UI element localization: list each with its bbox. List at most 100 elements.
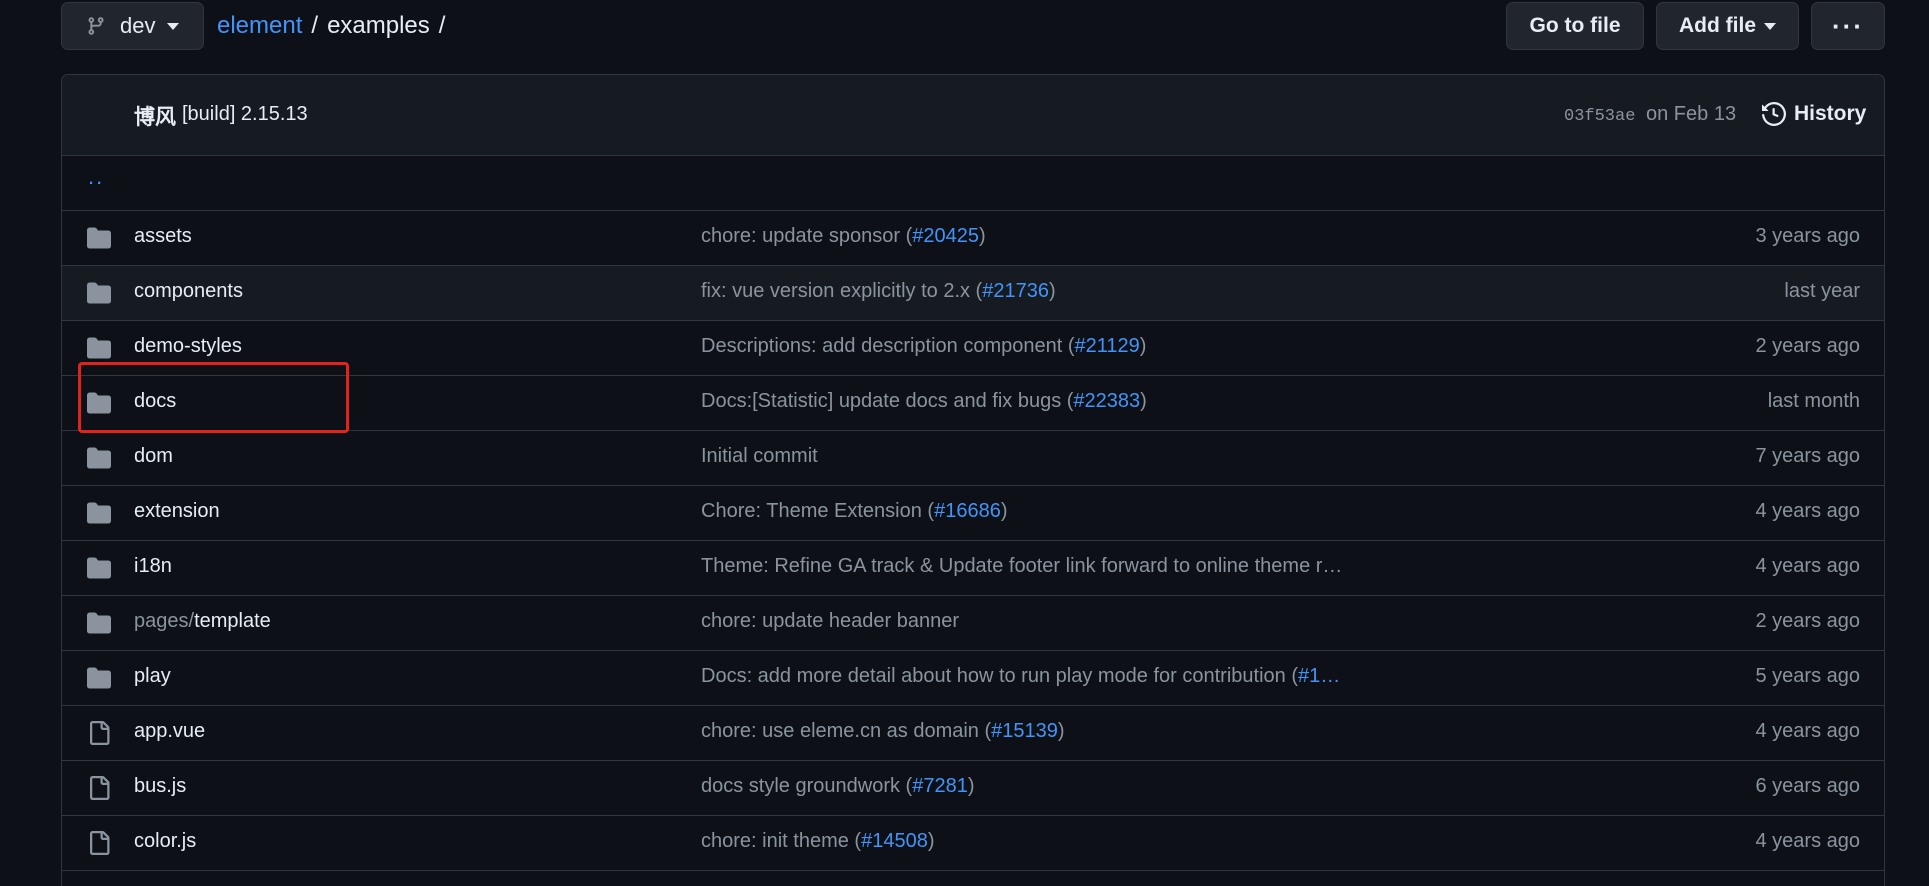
entry-name[interactable]: components: [134, 280, 243, 303]
more-options-button[interactable]: ···: [1811, 2, 1885, 50]
file-row[interactable]: color.js chore: init theme (#14508) 4 year…: [62, 816, 1884, 871]
git-branch-icon: [88, 17, 104, 35]
directory-row[interactable]: pages/template chore: update header banne…: [62, 596, 1884, 651]
history-icon: [1762, 102, 1786, 126]
entry-commit-message[interactable]: Initial commit: [701, 445, 818, 468]
pull-request-link[interactable]: #14508: [861, 830, 928, 852]
pull-request-link[interactable]: #21736: [982, 280, 1049, 302]
entry-name[interactable]: color.js: [134, 830, 196, 853]
commit-message-text[interactable]: Theme: Refine GA track & Update footer l…: [701, 555, 1342, 577]
latest-commit-bar: 博风 [build] 2.15.13 03f53ae on Feb 13 His…: [62, 75, 1884, 156]
directory-row[interactable]: assets chore: update sponsor (#20425) 3 ye…: [62, 211, 1884, 266]
folder-icon: [86, 226, 112, 250]
entry-name-text[interactable]: color.js: [134, 830, 196, 852]
entry-commit-message[interactable]: Docs:[Statistic] update docs and fix bug…: [701, 390, 1147, 413]
commit-message-text[interactable]: chore: update header banner: [701, 610, 959, 632]
entry-name[interactable]: assets: [134, 225, 192, 248]
path-prefix[interactable]: pages/: [134, 610, 194, 632]
entry-commit-message[interactable]: chore: use eleme.cn as domain (#15139): [701, 720, 1065, 743]
parent-directory-link[interactable]: ..: [88, 164, 104, 190]
pull-request-link[interactable]: #1…: [1298, 665, 1340, 687]
pull-request-link[interactable]: #20425: [912, 225, 979, 247]
entry-name[interactable]: i18n: [134, 555, 172, 578]
entry-name[interactable]: app.vue: [134, 720, 205, 743]
folder-icon: [86, 556, 112, 580]
directory-row[interactable]: components fix: vue version explicitly to…: [62, 266, 1884, 321]
entry-age: last month: [1767, 390, 1860, 412]
commit-message-end: ): [927, 830, 935, 852]
branch-selector-button[interactable]: dev: [61, 2, 204, 50]
entry-name[interactable]: bus.js: [134, 775, 186, 798]
commit-message-end: ): [1139, 335, 1147, 357]
commit-message-text[interactable]: Docs: add more detail about how to run p…: [701, 665, 1298, 687]
parent-directory-row[interactable]: ..: [62, 156, 1884, 211]
entry-name[interactable]: dom: [134, 445, 173, 468]
entry-commit-message[interactable]: Theme: Refine GA track & Update footer l…: [701, 555, 1342, 578]
entry-age: last year: [1784, 280, 1860, 302]
file-icon: [86, 831, 112, 855]
entry-name[interactable]: demo-styles: [134, 335, 242, 358]
entry-name-text[interactable]: i18n: [134, 555, 172, 577]
breadcrumb-repo-link[interactable]: element: [217, 12, 302, 40]
entry-commit-message[interactable]: chore: update header banner: [701, 610, 959, 633]
entry-age: 3 years ago: [1755, 225, 1860, 247]
pull-request-link[interactable]: #15139: [991, 720, 1058, 742]
add-file-button[interactable]: Add file: [1656, 2, 1799, 50]
entry-name[interactable]: pages/template: [134, 610, 271, 633]
entry-name[interactable]: extension: [134, 500, 220, 523]
go-to-file-button[interactable]: Go to file: [1506, 2, 1644, 50]
entry-name-text[interactable]: assets: [134, 225, 192, 247]
file-row[interactable]: app.vue chore: use eleme.cn as domain (#1…: [62, 706, 1884, 761]
commit-message-text[interactable]: chore: update sponsor (: [701, 225, 912, 247]
entry-name-text[interactable]: dom: [134, 445, 173, 467]
commit-message-text[interactable]: docs style groundwork (: [701, 775, 912, 797]
commit-message-end: ): [979, 225, 986, 247]
entry-name-text[interactable]: extension: [134, 500, 220, 522]
entry-commit-message[interactable]: chore: init theme (#14508): [701, 830, 935, 853]
pull-request-link[interactable]: #21129: [1075, 335, 1140, 357]
entry-age: 2 years ago: [1755, 610, 1860, 632]
commit-message[interactable]: [build] 2.15.13: [182, 103, 308, 126]
entry-commit-message[interactable]: chore: update sponsor (#20425): [701, 225, 986, 248]
history-label: History: [1794, 102, 1867, 125]
file-row[interactable]: bus.js docs style groundwork (#7281) 6 yea…: [62, 761, 1884, 816]
highlight-box: [78, 362, 349, 433]
breadcrumb: element / examples /: [217, 2, 454, 50]
entry-commit-message[interactable]: fix: vue version explicitly to 2.x (#217…: [701, 280, 1056, 303]
directory-row[interactable]: play Docs: add more detail about how to r…: [62, 651, 1884, 706]
commit-message-text[interactable]: Docs:[Statistic] update docs and fix bug…: [701, 390, 1073, 412]
history-button[interactable]: History: [1762, 98, 1866, 130]
entry-age: 4 years ago: [1755, 720, 1860, 742]
commit-message-text[interactable]: Chore: Theme Extension (: [701, 500, 934, 522]
entry-name-text[interactable]: components: [134, 280, 243, 302]
entry-name-text[interactable]: template: [194, 610, 271, 632]
entry-name-text[interactable]: demo-styles: [134, 335, 242, 357]
directory-row[interactable]: i18n Theme: Refine GA track & Update foot…: [62, 541, 1884, 596]
commit-sha[interactable]: 03f53ae: [1564, 107, 1635, 126]
pull-request-link[interactable]: #22383: [1073, 390, 1140, 412]
entry-name[interactable]: play: [134, 665, 171, 688]
commit-message-text[interactable]: chore: use eleme.cn as domain (: [701, 720, 991, 742]
entry-commit-message[interactable]: docs style groundwork (#7281): [701, 775, 975, 798]
commit-message-text[interactable]: Descriptions: add description component …: [701, 335, 1075, 357]
pull-request-link[interactable]: #7281: [912, 775, 968, 797]
entry-name-text[interactable]: play: [134, 665, 171, 687]
directory-row[interactable]: dom Initial commit 7 years ago: [62, 431, 1884, 486]
entry-commit-message[interactable]: Docs: add more detail about how to run p…: [701, 665, 1340, 688]
entry-age: 4 years ago: [1755, 555, 1860, 577]
commit-message-end: ): [1000, 500, 1008, 522]
directory-row[interactable]: extension Chore: Theme Extension (#16686)…: [62, 486, 1884, 541]
entry-commit-message[interactable]: Chore: Theme Extension (#16686): [701, 500, 1008, 523]
commit-message-text[interactable]: chore: init theme (: [701, 830, 861, 852]
add-file-label: Add file: [1679, 14, 1756, 37]
commit-message-text[interactable]: fix: vue version explicitly to 2.x (: [701, 280, 982, 302]
entry-name-text[interactable]: app.vue: [134, 720, 205, 742]
file-icon: [86, 776, 112, 800]
entry-commit-message[interactable]: Descriptions: add description component …: [701, 335, 1146, 358]
commit-message-end: ): [967, 775, 975, 797]
branch-name: dev: [120, 13, 156, 38]
commit-author[interactable]: 博风: [134, 101, 176, 131]
commit-message-text[interactable]: Initial commit: [701, 445, 818, 467]
entry-name-text[interactable]: bus.js: [134, 775, 186, 797]
pull-request-link[interactable]: #16686: [934, 500, 1001, 522]
